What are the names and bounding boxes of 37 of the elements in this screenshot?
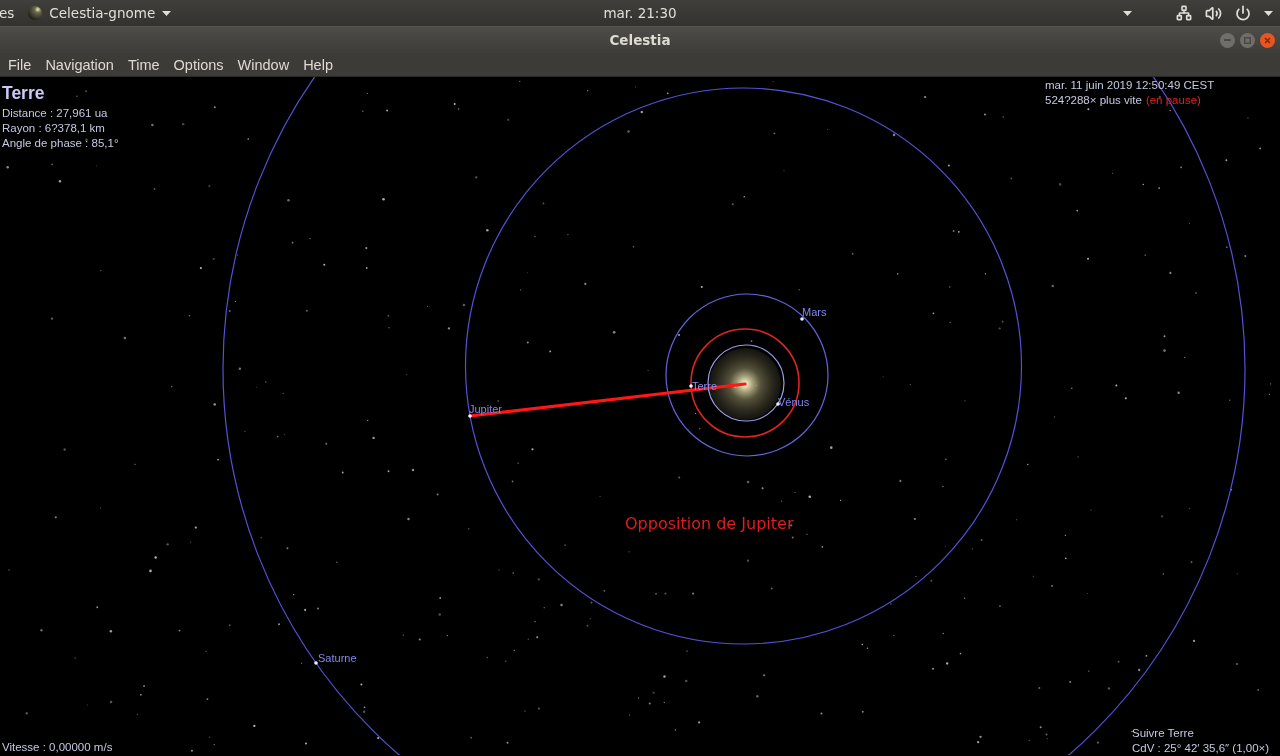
menu-item[interactable]: File: [1, 54, 39, 75]
event-label: Opposition de Jupiter: [625, 514, 794, 533]
close-icon: [1264, 36, 1271, 44]
planet-marker[interactable]: [689, 384, 693, 388]
menu-item[interactable]: Options: [166, 54, 231, 75]
caret-icon[interactable]: [1123, 10, 1132, 16]
minus-icon: [1224, 39, 1231, 41]
menu-item[interactable]: Time: [120, 54, 167, 75]
object-detail: Angle de phase : 85,1°: [2, 136, 119, 151]
planet-label: Saturne: [318, 652, 357, 664]
caret-icon[interactable]: [162, 10, 172, 16]
clock-button[interactable]: mar. 21:30: [603, 2, 677, 24]
power-icon[interactable]: [1235, 5, 1251, 21]
time-rate-label: 524?288× plus vite: [1045, 93, 1142, 108]
field-of-view-label: CdV : 25° 42′ 35,6″ (1,00×): [1132, 741, 1270, 756]
menu-item[interactable]: Help: [296, 54, 340, 75]
close-button[interactable]: [1260, 32, 1275, 48]
app-menu-button[interactable]: Celestia-gnome: [28, 2, 172, 24]
planet-marker[interactable]: [800, 317, 804, 321]
planet-marker[interactable]: [468, 414, 472, 418]
object-detail: Distance : 27,961 ua: [2, 106, 108, 121]
menu-item[interactable]: Window: [230, 54, 297, 75]
volume-icon[interactable]: [1205, 4, 1222, 22]
planet-label: Jupiter: [469, 403, 503, 415]
object-detail: Rayon : 6?378,1 km: [2, 121, 105, 136]
speed-label: Vitesse : 0,00000 m/s: [2, 740, 113, 755]
sphere-icon: [28, 6, 43, 20]
planet-label: Mars: [802, 306, 827, 318]
caret-icon[interactable]: [1264, 10, 1273, 16]
tracking-label: Suivre Terre: [1132, 726, 1194, 741]
activities-button[interactable]: es: [0, 2, 15, 24]
window-title: Celestia: [609, 32, 671, 48]
selected-object-name: Terre: [2, 83, 45, 103]
network-icon[interactable]: [1176, 5, 1192, 21]
planet-marker[interactable]: [314, 661, 318, 665]
square-icon: [1244, 36, 1251, 44]
menu-item[interactable]: Navigation: [38, 54, 121, 75]
